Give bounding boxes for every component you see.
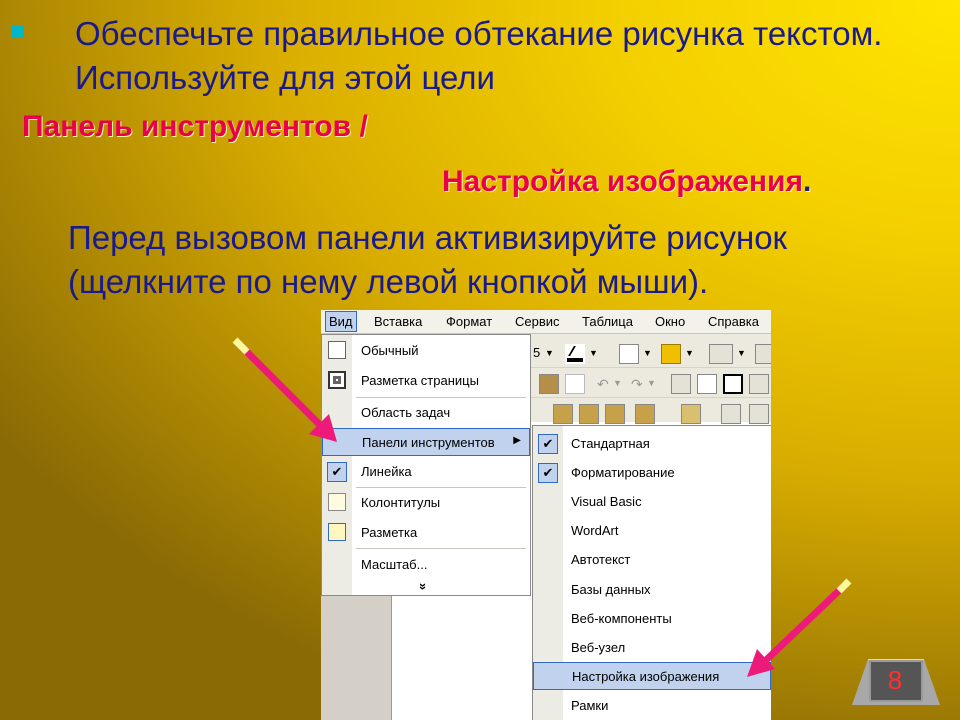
toolbar-icon[interactable]	[553, 404, 573, 424]
dropdown-icon[interactable]: ▼	[685, 348, 694, 358]
menu-insert[interactable]: Вставка	[374, 314, 422, 329]
submenu-item-formatting[interactable]: ✔ Форматирование	[533, 459, 771, 487]
expand-menu-icon[interactable]: »	[416, 583, 431, 590]
submenu-item-autotext[interactable]: Автотекст	[533, 546, 771, 574]
menu-table[interactable]: Таблица	[582, 314, 633, 329]
menu-item-ruler[interactable]: ✔ Линейка	[322, 458, 530, 486]
borders-icon[interactable]	[619, 344, 639, 364]
paste-icon[interactable]	[539, 374, 559, 394]
view-menu: Обычный Разметка страницы Область задач …	[321, 334, 531, 596]
check-icon: ✔	[538, 434, 558, 454]
menu-item-label: Веб-узел	[571, 640, 626, 655]
toolbar-row-formatting: 5 ▼ ▼ ▼ ▼ ▼	[531, 340, 771, 368]
menu-help[interactable]: Справка	[708, 314, 759, 329]
drawing-icon[interactable]	[723, 374, 743, 394]
menu-item-label: Базы данных	[571, 582, 651, 597]
check-icon: ✔	[327, 462, 347, 482]
menu-bar: Вид Вставка Формат Сервис Таблица Окно С…	[321, 310, 771, 334]
hyperlink-icon[interactable]	[671, 374, 691, 394]
dropdown-icon[interactable]: ▼	[545, 348, 554, 358]
dropdown-icon[interactable]: ▼	[589, 348, 598, 358]
bullet-icon	[12, 26, 24, 38]
format-painter-icon[interactable]	[565, 374, 585, 394]
menu-item-label: Рамки	[571, 698, 609, 713]
dropdown-icon[interactable]: ▼	[613, 378, 622, 388]
menu-item-label: WordArt	[571, 523, 619, 538]
menu-separator	[356, 397, 526, 398]
bullet-text: Обеспечьте правильное обтекание рисунка …	[75, 15, 883, 96]
redo-icon[interactable]: ↷	[631, 376, 643, 393]
dropdown-icon[interactable]: ▼	[643, 348, 652, 358]
undo-icon[interactable]: ↶	[597, 376, 609, 393]
menu-item-task-pane[interactable]: Область задач	[322, 399, 530, 427]
toolbar-icon[interactable]	[681, 404, 701, 424]
document-margin	[321, 595, 391, 720]
menu-view[interactable]: Вид	[325, 311, 357, 332]
toolbar-icon[interactable]	[721, 404, 741, 424]
menu-item-label: Разметка страницы	[361, 373, 479, 388]
menu-item-label: Стандартная	[571, 436, 650, 451]
toolbar-path-part2: Настройка изображения	[442, 165, 803, 198]
menu-item-print-layout[interactable]: Разметка страницы	[322, 367, 530, 395]
menu-item-label: Масштаб...	[361, 557, 428, 572]
toolbar-icon[interactable]	[635, 404, 655, 424]
menu-format[interactable]: Формат	[446, 314, 492, 329]
toolbar-path-dot: .	[802, 165, 812, 198]
menu-item-label: Автотекст	[571, 552, 631, 567]
menu-item-label: Visual Basic	[571, 494, 642, 509]
hint-text: Перед вызовом панели активизируйте рисун…	[68, 219, 787, 300]
menu-item-label: Область задач	[361, 405, 451, 420]
toolbar-path-part1: Панель инструментов /	[22, 110, 368, 143]
menu-item-label: Колонтитулы	[361, 495, 441, 510]
highlight-icon[interactable]	[661, 344, 681, 364]
menu-item-label: Панели инструментов	[362, 435, 495, 450]
menu-item-markup[interactable]: Разметка	[322, 519, 530, 547]
markup-icon	[328, 523, 346, 541]
columns-icon[interactable]	[755, 344, 771, 364]
doc-map-icon[interactable]	[749, 374, 769, 394]
check-icon: ✔	[538, 463, 558, 483]
menu-item-zoom[interactable]: Масштаб...	[322, 551, 530, 579]
header-footer-icon	[328, 493, 346, 511]
menu-item-label: Разметка	[361, 525, 418, 540]
toolbar-path-part2-wrap: Настройка изображения.	[442, 165, 811, 199]
submenu-arrow-icon: ▶	[513, 435, 521, 446]
pointer-arrow-left	[232, 337, 337, 442]
menu-window[interactable]: Окно	[655, 314, 685, 329]
menu-item-label: Веб-компоненты	[571, 611, 672, 626]
toolbar-row-standard: ↶ ▼ ↷ ▼	[531, 370, 771, 398]
font-size-fragment[interactable]: 5	[533, 345, 540, 360]
menu-item-label: Линейка	[361, 464, 412, 479]
page-number: 8	[887, 665, 903, 695]
menu-separator	[356, 487, 526, 488]
globe-icon[interactable]	[697, 374, 717, 394]
submenu-item-frames[interactable]: Рамки	[533, 692, 771, 720]
menu-item-toolbars[interactable]: Панели инструментов ▶	[322, 428, 530, 456]
menu-item-label: Форматирование	[571, 465, 675, 480]
dropdown-icon[interactable]: ▼	[737, 348, 746, 358]
font-color-icon[interactable]	[565, 344, 585, 364]
menu-item-header-footer[interactable]: Колонтитулы	[322, 489, 530, 517]
document-page[interactable]	[391, 595, 531, 720]
pointer-arrow-right	[747, 578, 852, 677]
table-icon[interactable]	[709, 344, 733, 364]
submenu-item-visual-basic[interactable]: Visual Basic	[533, 488, 771, 516]
menu-tools[interactable]: Сервис	[515, 314, 560, 329]
menu-item-label: Настройка изображения	[572, 669, 720, 684]
toolbar-icon[interactable]	[605, 404, 625, 424]
menu-separator	[356, 548, 526, 549]
submenu-item-wordart[interactable]: WordArt	[533, 517, 771, 545]
toolbar-row-extra	[531, 400, 771, 428]
dropdown-icon[interactable]: ▼	[647, 378, 656, 388]
toolbar-icon[interactable]	[749, 404, 769, 424]
toolbar-icon[interactable]	[579, 404, 599, 424]
submenu-item-standard[interactable]: ✔ Стандартная	[533, 430, 771, 458]
word-screenshot: Вид Вставка Формат Сервис Таблица Окно С…	[321, 310, 771, 720]
menu-item-label: Обычный	[361, 343, 419, 358]
menu-item-normal[interactable]: Обычный	[322, 337, 530, 365]
